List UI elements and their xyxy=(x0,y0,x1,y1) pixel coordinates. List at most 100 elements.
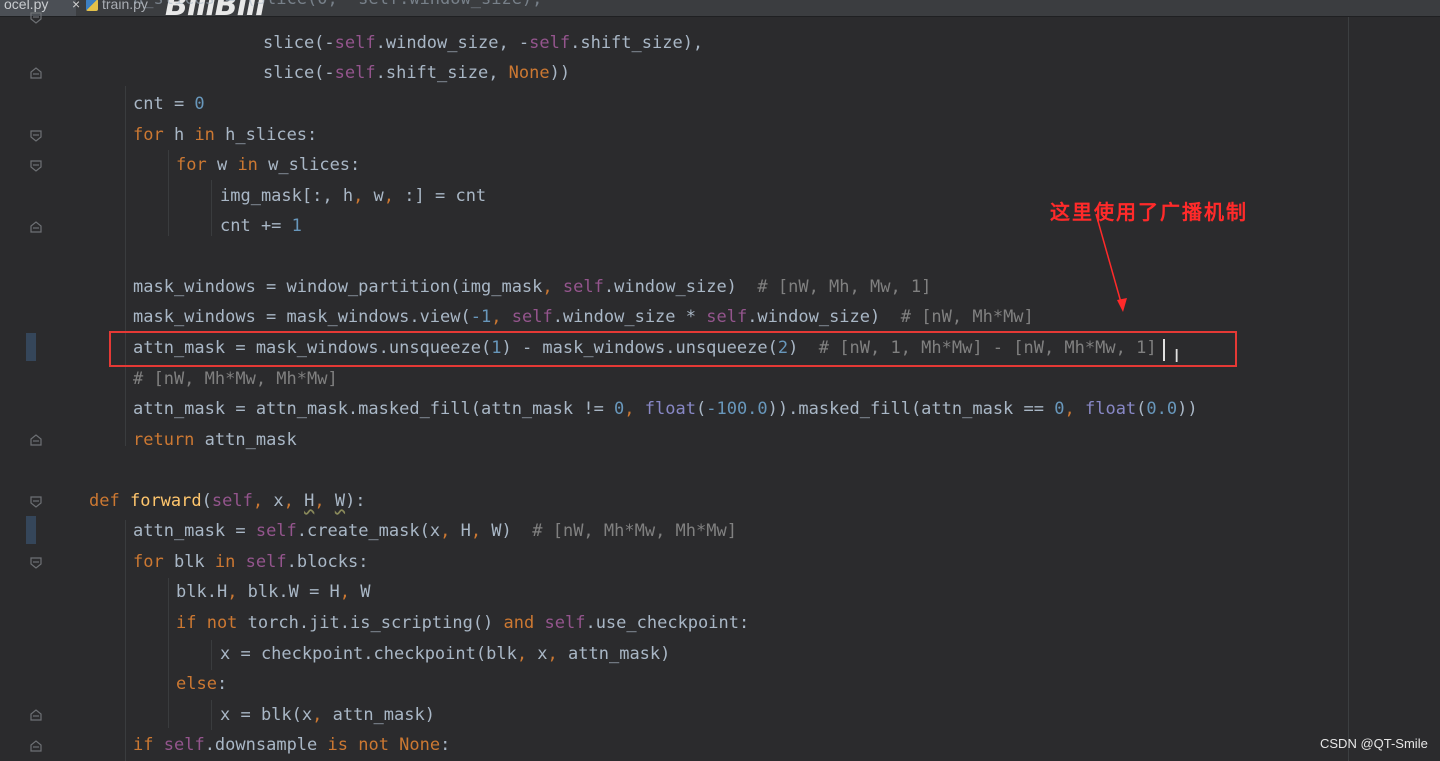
code-token: h_slices = (slice(0, -self.window_size), xyxy=(133,0,542,9)
code-token: .downsample xyxy=(204,735,328,755)
code-token: for xyxy=(133,552,164,572)
code-token: self xyxy=(544,613,586,633)
code-token: , xyxy=(624,399,635,419)
indent-guide xyxy=(125,86,126,446)
code-token: and xyxy=(503,613,535,633)
code-token: W xyxy=(334,491,346,511)
code-token: , xyxy=(227,582,238,602)
code-token: , xyxy=(542,277,553,297)
code-token: , xyxy=(283,491,294,511)
code-token: mask_windows = mask_windows.view( xyxy=(133,307,471,327)
code-token: , xyxy=(491,307,502,327)
code-token: torch.jit.is_scripting() xyxy=(237,613,504,633)
code-token: for xyxy=(133,125,164,145)
code-token: cnt = xyxy=(133,94,195,114)
code-line[interactable]: def forward(self, x, H, W): xyxy=(89,486,366,516)
close-icon[interactable]: × xyxy=(72,0,80,12)
code-token: self xyxy=(529,33,571,53)
code-token: ( xyxy=(695,399,707,419)
code-token: blk.H xyxy=(176,582,228,602)
code-token: forward xyxy=(129,491,202,511)
code-token: , xyxy=(314,491,325,511)
code-token: in xyxy=(194,125,215,145)
fold-close-icon[interactable] xyxy=(30,709,42,721)
code-token: # [nW, Mh*Mw, Mh*Mw] xyxy=(532,521,737,541)
code-line[interactable]: cnt += 1 xyxy=(220,211,302,241)
code-token: slice(- xyxy=(263,63,335,83)
code-token: self xyxy=(163,735,205,755)
code-token: blk xyxy=(163,552,215,572)
code-token: :] = cnt xyxy=(394,186,487,206)
tab-active-label: ocel.py xyxy=(4,0,49,12)
code-token: 1 xyxy=(291,216,302,236)
code-line[interactable]: # [nW, Mh*Mw, Mh*Mw] xyxy=(133,364,338,394)
fold-open-icon[interactable] xyxy=(30,557,42,569)
code-token: attn_mask) xyxy=(322,705,435,725)
code-line[interactable]: attn_mask = attn_mask.masked_fill(attn_m… xyxy=(133,394,1198,424)
code-token: H xyxy=(450,521,471,541)
code-line[interactable]: else: xyxy=(176,669,227,699)
code-token: h_slices: xyxy=(214,125,318,145)
fold-close-icon[interactable] xyxy=(30,67,42,79)
code-line[interactable]: slice(-self.window_size, -self.shift_siz… xyxy=(263,28,703,58)
code-line[interactable]: h_slices = (slice(0, -self.window_size), xyxy=(133,0,542,14)
code-line[interactable]: x = blk(x, attn_mask) xyxy=(220,700,435,730)
code-token: ( xyxy=(201,491,212,511)
code-token: self xyxy=(562,277,604,297)
code-token: attn_mask = xyxy=(133,521,256,541)
code-token: , xyxy=(516,644,528,664)
code-token: , xyxy=(470,521,482,541)
code-token: W) xyxy=(481,521,533,541)
code-line[interactable]: img_mask[:, h, w, :] = cnt xyxy=(220,181,486,211)
indent-guide xyxy=(211,180,212,236)
code-token: x = blk(x xyxy=(220,705,313,725)
code-line[interactable]: for blk in self.blocks: xyxy=(133,547,368,577)
code-token: None xyxy=(508,63,550,83)
code-line[interactable]: for h in h_slices: xyxy=(133,120,317,150)
code-token: , xyxy=(339,582,351,602)
code-token: return xyxy=(133,430,195,450)
code-token: ): xyxy=(345,491,366,511)
code-token: -1 xyxy=(470,307,492,327)
code-line[interactable]: slice(-self.shift_size, None)) xyxy=(263,58,570,88)
code-line[interactable]: if not torch.jit.is_scripting() and self… xyxy=(176,608,749,638)
code-token: mask_windows = window_partition(img_mask xyxy=(133,277,543,297)
code-line[interactable]: cnt = 0 xyxy=(133,89,205,119)
code-token: x xyxy=(527,644,548,664)
fold-close-icon[interactable] xyxy=(30,740,42,752)
fold-open-icon[interactable] xyxy=(30,130,42,142)
code-token: float xyxy=(1084,399,1137,419)
fold-open-icon[interactable] xyxy=(30,496,42,508)
code-token: blk.W = H xyxy=(237,582,340,602)
fold-open-icon[interactable] xyxy=(30,12,42,24)
code-token: .shift_size), xyxy=(570,33,704,53)
code-line[interactable]: if self.downsample is not None: xyxy=(133,730,450,760)
code-token: cnt += xyxy=(220,216,292,236)
code-token: float xyxy=(644,399,696,419)
code-token: .window_size, - xyxy=(375,33,530,53)
code-line[interactable]: x = checkpoint.checkpoint(blk, x, attn_m… xyxy=(220,639,670,669)
code-token: .window_size * xyxy=(552,307,707,327)
code-token: )) xyxy=(549,63,571,83)
python-file-icon xyxy=(86,0,98,11)
fold-close-icon[interactable] xyxy=(30,434,42,446)
editor-gutter xyxy=(0,17,60,761)
fold-close-icon[interactable] xyxy=(30,221,42,233)
code-line[interactable]: for w in w_slices: xyxy=(176,150,360,180)
csdn-watermark: CSDN @QT-Smile xyxy=(1320,736,1428,751)
fold-open-icon[interactable] xyxy=(30,160,42,172)
code-token: , xyxy=(353,186,364,206)
code-line[interactable]: attn_mask = self.create_mask(x, H, W) # … xyxy=(133,516,737,546)
code-line[interactable]: mask_windows = mask_windows.view(-1, sel… xyxy=(133,302,1034,332)
code-line[interactable]: blk.H, blk.W = H, W xyxy=(176,577,371,607)
code-line[interactable]: return attn_mask xyxy=(133,425,297,455)
code-token: 0 xyxy=(194,94,205,114)
code-token: self xyxy=(245,552,287,572)
code-line[interactable]: mask_windows = window_partition(img_mask… xyxy=(133,272,931,302)
code-token: ( xyxy=(1136,399,1147,419)
code-token: for xyxy=(176,155,207,175)
code-token: def xyxy=(89,491,120,511)
code-token: in xyxy=(237,155,258,175)
